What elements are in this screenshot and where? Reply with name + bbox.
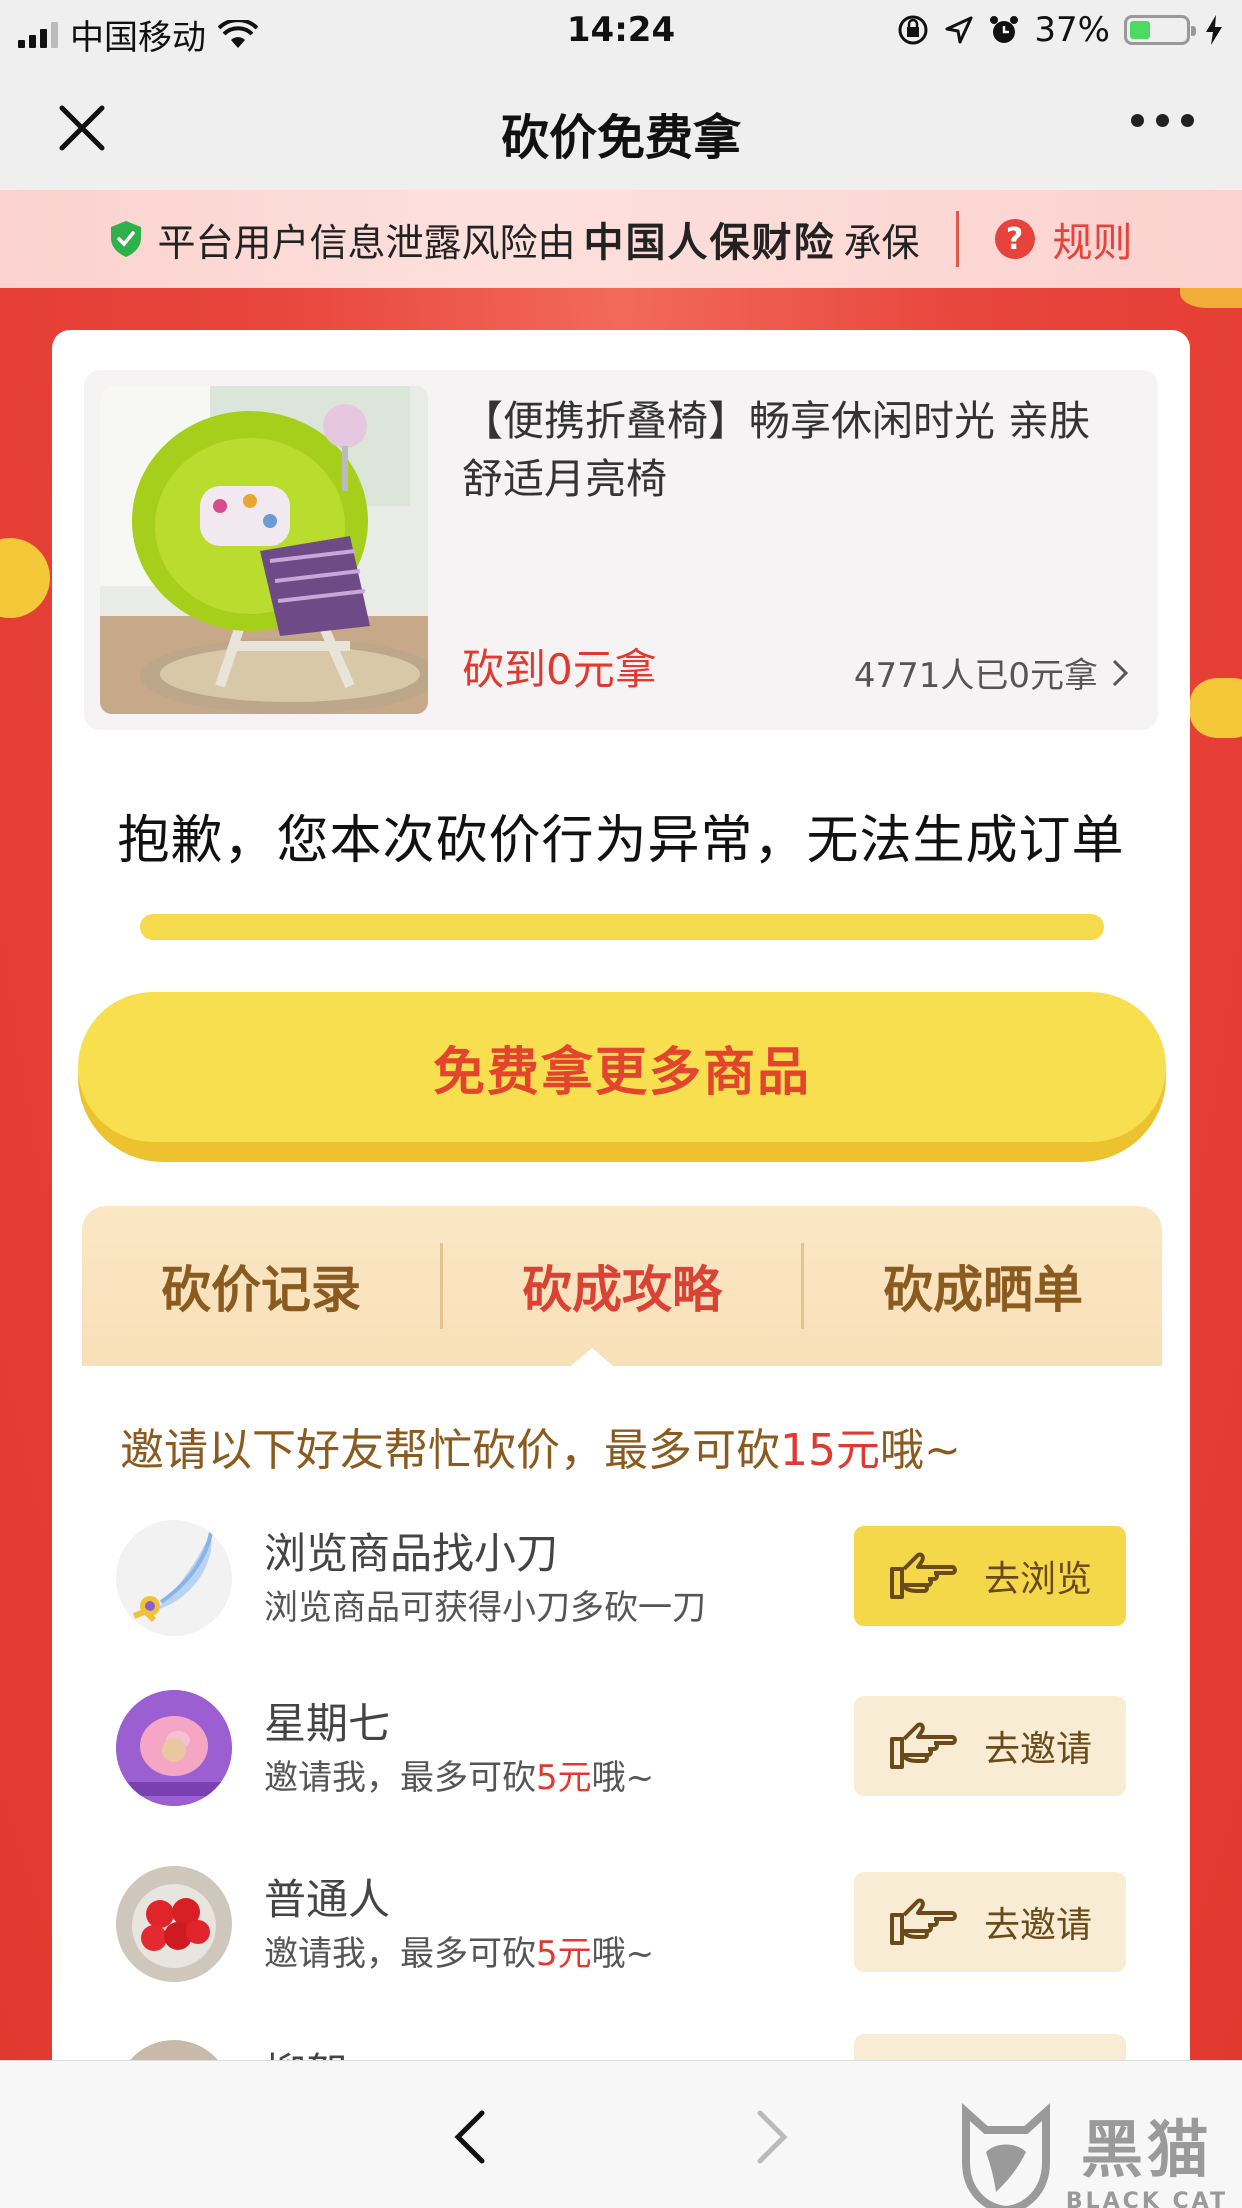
claimed-count-text: 4771人已0元拿	[853, 656, 1098, 696]
get-more-products-label: 免费拿更多商品	[78, 992, 1166, 1142]
pointing-hand-icon	[889, 1722, 957, 1769]
tab-bargain-guide[interactable]: 砍成攻略	[443, 1250, 801, 1322]
insurance-notice: 平台用户信息泄露风险由 中国人保财险 承保 ? 规则	[0, 190, 1242, 288]
shield-icon	[111, 221, 142, 257]
product-image[interactable]	[100, 386, 428, 714]
invite-button-label: 去邀请	[983, 1729, 1092, 1770]
product-price-text: 砍到0元拿	[462, 645, 657, 694]
progress-bar	[140, 914, 1104, 940]
friend-avatar	[116, 1690, 232, 1806]
notice-divider	[955, 211, 959, 267]
browse-button-label: 去浏览	[983, 1559, 1092, 1600]
location-icon	[945, 16, 973, 44]
pointing-hand-icon	[889, 1552, 957, 1599]
claimed-count[interactable]: 4771人已0元拿	[854, 648, 1128, 697]
browser-toolbar: 黑猫 BLACK CAT	[0, 2060, 1242, 2208]
pointing-hand-icon	[889, 1898, 957, 1945]
browse-button[interactable]: 去浏览	[854, 1526, 1126, 1626]
chevron-right-icon	[1112, 659, 1128, 686]
list-item: 普通人 邀请我，最多可砍5元哦~ 去邀请	[116, 1860, 1126, 1990]
coin-decoration	[0, 538, 50, 618]
watermark-en: BLACK CAT	[1065, 2189, 1228, 2208]
notice-brand: 中国人保财险	[583, 220, 836, 266]
charging-icon	[1206, 15, 1222, 45]
invite-title-suffix: 哦~	[880, 1425, 961, 1476]
invite-title-prefix: 邀请以下好友帮忙砍价，最多可砍	[120, 1425, 780, 1476]
item-desc: 邀请我，最多可砍5元哦~	[264, 1926, 654, 1975]
item-desc-amount: 5元	[536, 1934, 592, 1974]
status-right: 37%	[896, 10, 1224, 50]
invite-button[interactable]: 去邀请	[854, 1696, 1126, 1796]
item-desc: 浏览商品可获得小刀多砍一刀	[264, 1580, 706, 1629]
item-desc: 邀请我，最多可砍5元哦~	[264, 1750, 654, 1799]
forward-arrow-icon[interactable]	[752, 2109, 792, 2165]
invite-title-amount: 15元	[780, 1425, 880, 1476]
item-desc-text: 邀请我，最多可砍	[264, 1758, 536, 1798]
tab-bargain-showcase[interactable]: 砍成晒单	[804, 1250, 1162, 1322]
alarm-icon	[990, 16, 1019, 43]
list-item: 星期七 邀请我，最多可砍5元哦~ 去邀请	[116, 1684, 1126, 1814]
list-item: 浏览商品找小刀 浏览商品可获得小刀多砍一刀 去浏览	[116, 1514, 1126, 1644]
rotation-lock-icon	[898, 15, 928, 45]
product-card[interactable]: 【便携折叠椅】畅享休闲时光 亲肤舒适月亮椅 砍到0元拿 4771人已0元拿	[84, 370, 1158, 730]
battery-percent: 37%	[1034, 10, 1110, 50]
product-title: 【便携折叠椅】畅享休闲时光 亲肤舒适月亮椅	[462, 397, 1091, 503]
coin-decoration	[1190, 678, 1242, 738]
cat-logo-icon	[961, 2102, 1050, 2208]
notice-prefix: 平台用户信息泄露风险由	[157, 220, 576, 265]
watermark-cn: 黑猫	[1080, 2113, 1213, 2186]
invite-button[interactable]: 去邀请	[854, 1872, 1126, 1972]
knife-avatar	[116, 1520, 232, 1636]
back-arrow-icon[interactable]	[450, 2109, 490, 2165]
battery-icon	[1124, 15, 1196, 45]
error-message: 抱歉，您本次砍价行为异常，无法生成订单	[117, 811, 1125, 871]
help-icon[interactable]: ?	[994, 219, 1035, 259]
friend-avatar	[116, 1866, 232, 1982]
more-icon[interactable]	[1131, 114, 1194, 127]
get-more-products-button[interactable]: 免费拿更多商品	[78, 992, 1166, 1162]
watermark-text: 黑猫 BLACK CAT	[1066, 2099, 1228, 2208]
item-name: 星期七	[264, 1699, 391, 1748]
tab-bargain-record[interactable]: 砍价记录	[82, 1250, 440, 1322]
item-desc-text: 邀请我，最多可砍	[264, 1934, 536, 1974]
blackcat-watermark: 黑猫 BLACK CAT	[956, 2099, 1228, 2208]
item-desc-amount: 5元	[536, 1758, 592, 1798]
item-desc-text: 浏览商品可获得小刀多砍一刀	[264, 1588, 706, 1628]
invite-button-label: 去邀请	[983, 1905, 1092, 1946]
tab-bar: 砍价记录 砍成攻略 砍成晒单	[82, 1206, 1162, 1366]
page-title: 砍价免费拿	[500, 110, 741, 166]
item-desc-suffix: 哦~	[591, 1758, 655, 1798]
active-tab-indicator	[566, 1348, 618, 1370]
status-bar: 中国移动 14:24 37%	[0, 0, 1242, 62]
invite-title: 邀请以下好友帮忙砍价，最多可砍15元哦~	[120, 1414, 961, 1478]
main-card: 【便携折叠椅】畅享休闲时光 亲肤舒适月亮椅 砍到0元拿 4771人已0元拿 抱歉…	[52, 330, 1190, 2130]
rules-link[interactable]: 规则	[1053, 210, 1133, 268]
nav-bar: 砍价免费拿	[0, 62, 1242, 190]
item-name: 普通人	[264, 1875, 391, 1924]
notice-suffix: 承保	[843, 220, 920, 265]
item-name: 浏览商品找小刀	[264, 1529, 559, 1578]
item-desc-suffix: 哦~	[591, 1934, 655, 1974]
